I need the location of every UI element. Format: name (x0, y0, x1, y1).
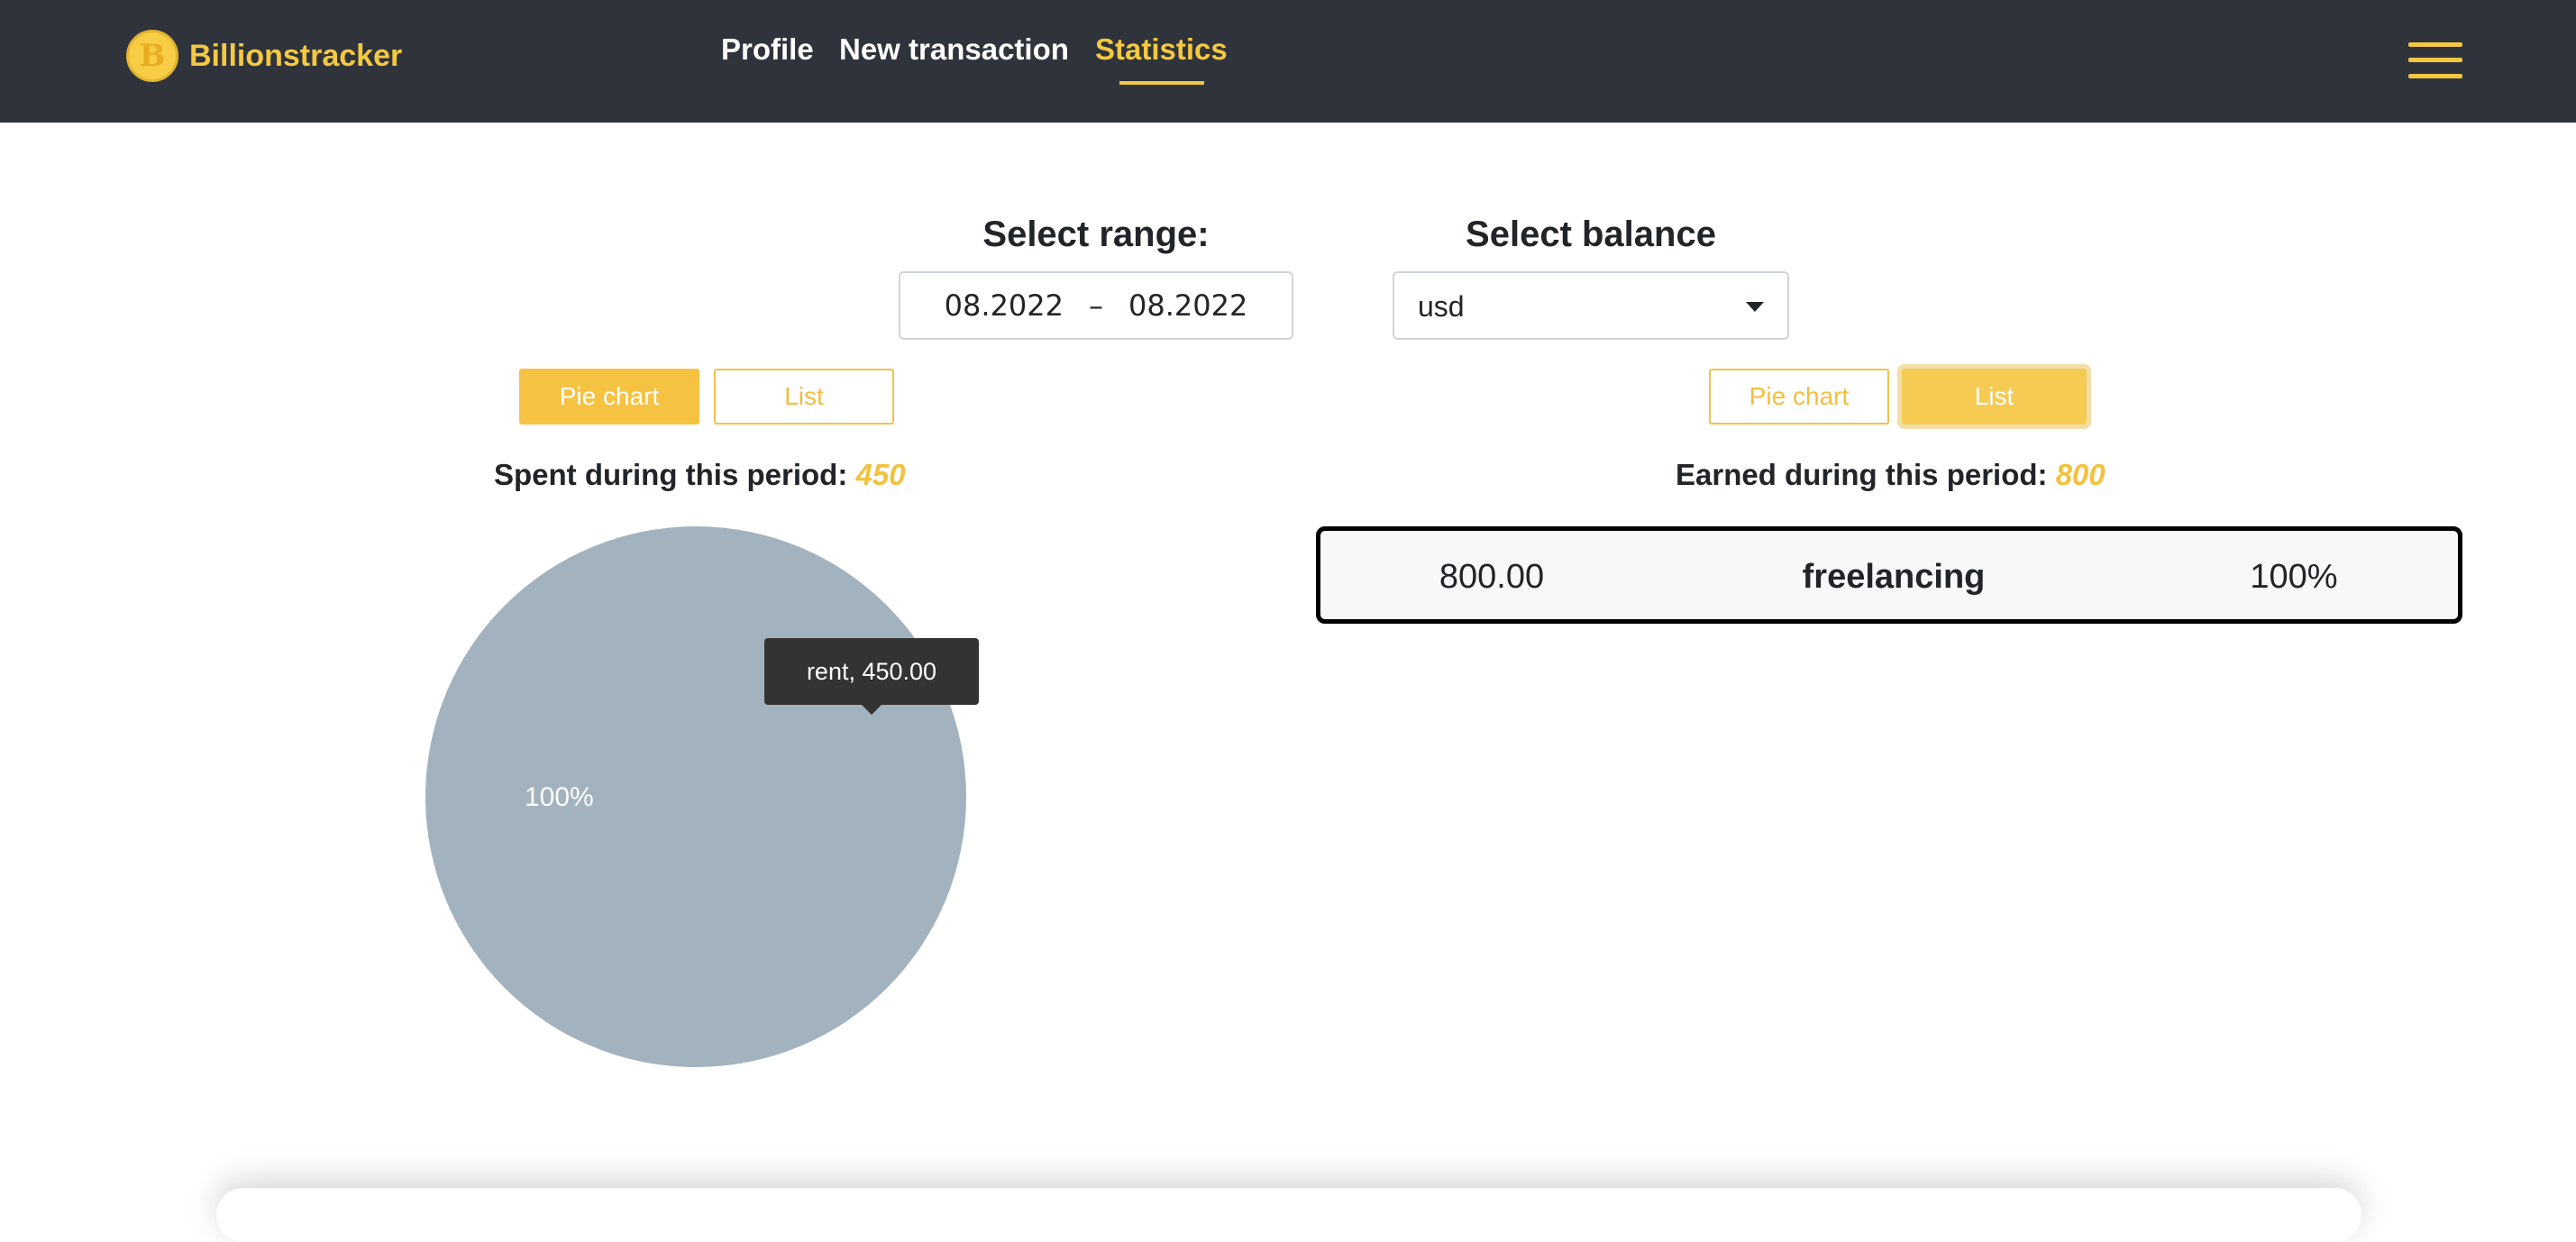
earned-item-amount: 800.00 (1439, 558, 1545, 596)
earned-item-percent: 100% (2250, 558, 2338, 596)
nav-link-statistics[interactable]: Statistics (1095, 32, 1228, 67)
balance-select[interactable]: usd (1393, 271, 1789, 340)
brand-logo-link[interactable]: B Billionstracker (126, 29, 402, 83)
earned-summary: Earned during this period: 800 (1676, 458, 2106, 492)
spent-list-button[interactable]: List (714, 369, 894, 425)
hamburger-icon[interactable] (2408, 42, 2462, 78)
range-to-value: 08.2022 (1128, 288, 1248, 323)
nav-link-new-transaction[interactable]: New transaction (839, 32, 1069, 67)
earned-list-button[interactable]: List (1902, 369, 2087, 425)
earned-label: Earned during this period: (1676, 458, 2048, 491)
earned-list-item[interactable]: 800.00 freelancing 100% (1316, 526, 2462, 624)
top-navbar: B Billionstracker Profile New transactio… (0, 0, 2576, 123)
range-from-value: 08.2022 (944, 288, 1064, 323)
spent-pie-chart-button[interactable]: Pie chart (519, 369, 699, 425)
earned-amount: 800 (2055, 458, 2106, 491)
earned-item-category: freelancing (1802, 558, 1986, 596)
bottom-card (216, 1188, 2361, 1242)
select-balance-label: Select balance (1466, 215, 1716, 254)
balance-select-value: usd (1418, 290, 1465, 323)
active-nav-underline (1119, 81, 1204, 85)
select-range-label: Select range: (982, 215, 1210, 254)
range-separator: – (1089, 288, 1103, 323)
pie-slice-percent-label: 100% (525, 782, 594, 812)
coin-icon: B (126, 30, 178, 82)
spent-pie-chart (425, 526, 966, 1067)
brand-name: Billionstracker (189, 38, 403, 73)
date-range-picker[interactable]: 08.2022 – 08.2022 (899, 271, 1293, 340)
spent-summary: Spent during this period: 450 (494, 458, 906, 492)
earned-pie-chart-button[interactable]: Pie chart (1709, 369, 1889, 425)
pie-tooltip: rent, 450.00 (764, 638, 979, 715)
spent-label: Spent during this period: (494, 458, 848, 491)
chevron-down-icon (1746, 302, 1764, 312)
pie-slice-rent[interactable] (425, 526, 966, 1067)
nav-link-profile[interactable]: Profile (721, 32, 814, 67)
spent-amount: 450 (855, 458, 906, 491)
